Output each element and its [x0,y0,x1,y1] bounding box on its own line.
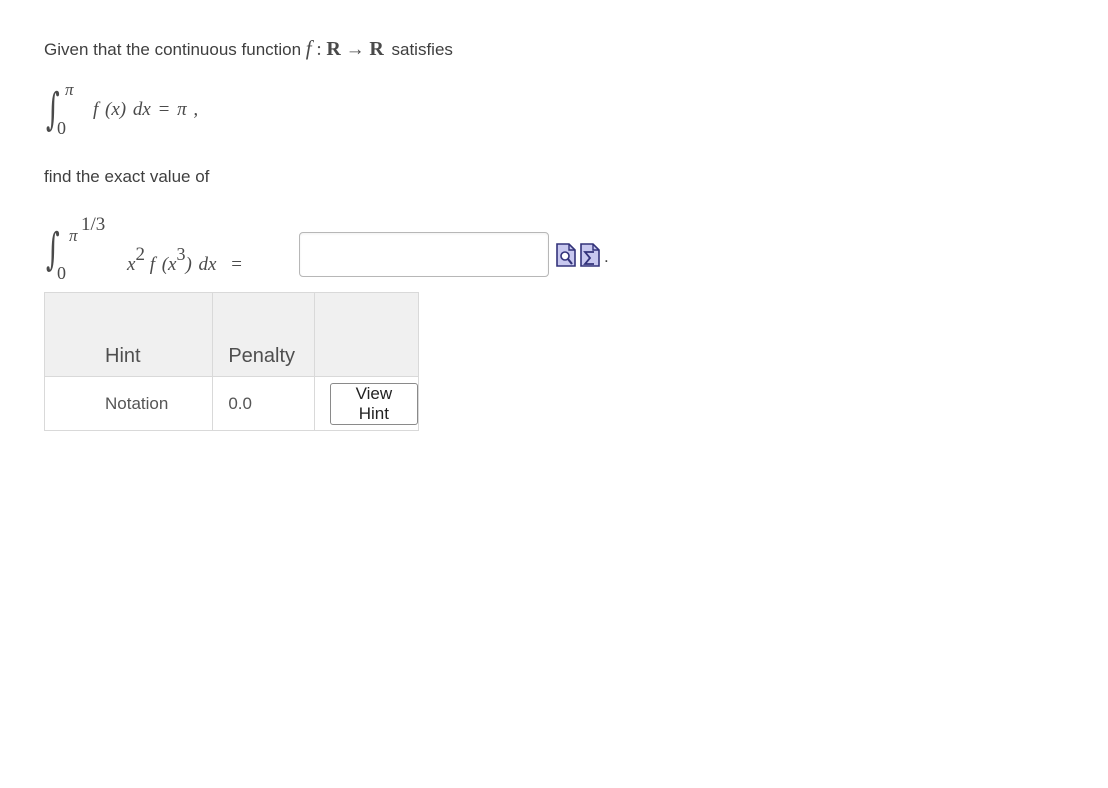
hints-header-row: Hint Penalty [43,292,420,377]
action-column-header [313,292,420,377]
integrand-x-exponent: 2 [135,244,145,265]
trailing-period: . [604,247,609,266]
given-lower-limit: 0 [57,118,66,138]
answer-input[interactable] [299,232,549,277]
intro-text: Given that the continuous function [44,40,302,59]
find-text: find the exact value of [44,167,210,186]
problem-intro: Given that the continuous function f : R… [44,36,453,61]
table-row: Notation 0.0 View Hint [43,376,420,431]
equation-editor-button[interactable] [580,243,600,272]
intro-suffix: satisfies [391,40,453,59]
action-cell: View Hint [313,376,420,431]
penalty-cell: 0.0 [212,376,315,431]
preview-button[interactable] [556,243,576,272]
integrand-tail: ) dx [185,254,217,275]
domain-symbol: R [326,38,341,60]
given-upper-limit: π [65,80,74,99]
hint-name-cell: Notation [43,376,214,431]
target-lower-limit: 0 [57,263,66,283]
target-integrand: x2 f (x3) dx = [127,244,242,276]
preview-icon [556,243,576,267]
hint-column-header: Hint [43,292,214,377]
colon-symbol: : [316,39,322,60]
equals-sign: = [231,254,242,275]
penalty-column-header: Penalty [212,292,315,377]
target-integral: ∫ π 1/3 0 x2 f (x3) dx = [44,214,304,289]
view-hint-button[interactable]: View Hint [329,382,418,425]
codomain-symbol: R [369,38,384,60]
given-integrand: f (x) dx = π , [93,99,199,120]
arrow-symbol: → [345,39,365,60]
function-symbol: f [305,36,312,60]
equation-editor-icon [580,243,600,267]
target-upper-limit-base: π [69,226,78,245]
given-integral: ∫ π 0 f (x) dx = π , [44,80,264,144]
target-upper-limit-exp: 1/3 [81,214,106,235]
hints-table: Hint Penalty Notation 0.0 View Hint [43,292,420,431]
integrand-f: f (x [149,254,177,275]
